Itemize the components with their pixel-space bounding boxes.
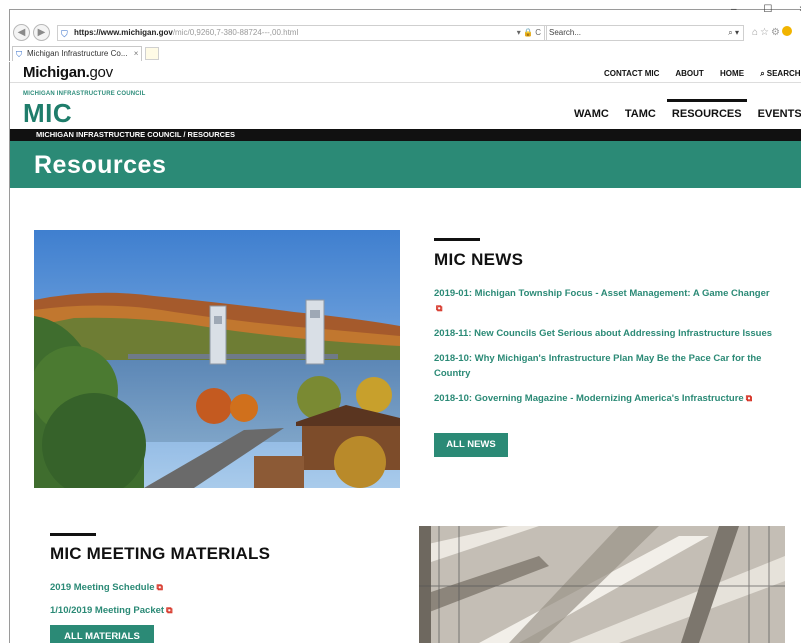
window-controls[interactable]: – ☐ × — [731, 4, 801, 15]
news-accent-bar — [434, 238, 480, 241]
tab-favicon-icon: ⛉ — [16, 50, 22, 59]
url-path: /mic/0,9260,7-380-88724---,00.html — [172, 28, 299, 37]
search-placeholder: Search... — [549, 28, 582, 37]
utility-nav: CONTACT MIC ABOUT HOME ⌕ SEARCH — [604, 69, 801, 79]
pdf-icon: ⧉ — [156, 582, 163, 592]
back-icon[interactable]: ◀ — [13, 24, 30, 41]
url-controls[interactable]: ▾ 🔒 C — [517, 26, 541, 40]
news-link[interactable]: 2018-11: New Councils Get Serious about … — [434, 326, 774, 341]
gear-icon[interactable]: ⚙ — [771, 27, 782, 38]
close-tab-icon[interactable]: × — [134, 49, 139, 58]
pdf-icon: ⧉ — [166, 605, 173, 615]
materials-link[interactable]: 1/10/2019 Meeting Packet ⧉ — [50, 603, 173, 618]
news-link-text[interactable]: 2019-01: Michigan Township Focus - Asset… — [434, 288, 770, 299]
nav-about[interactable]: ABOUT — [675, 69, 703, 78]
url-domain: michigan.gov — [121, 28, 173, 37]
mic-logo[interactable]: MIC — [23, 98, 72, 129]
search-icon[interactable]: ⌕ — [760, 69, 764, 78]
breadcrumb: MICHIGAN INFRASTRUCTURE COUNCIL / RESOUR… — [10, 129, 801, 141]
main-nav: WAMC TAMC RESOURCES EVENTS — [574, 108, 801, 120]
nav-search[interactable]: SEARCH — [767, 69, 801, 78]
all-materials-button[interactable]: ALL MATERIALS — [50, 625, 154, 643]
star-icon[interactable]: ☆ — [760, 27, 771, 38]
browser-tab[interactable]: ⛉ Michigan Infrastructure Co... × — [12, 46, 142, 61]
michigan-gov-logo[interactable]: Michigan.gov — [23, 64, 113, 81]
lift-bridge-photo — [34, 230, 400, 488]
news-link[interactable]: 2019-01: Michigan Township Focus - Asset… — [434, 286, 774, 316]
materials-heading: MIC MEETING MATERIALS — [50, 544, 271, 563]
materials-link-text[interactable]: 2019 Meeting Schedule — [50, 582, 155, 593]
news-link[interactable]: 2018-10: Why Michigan's Infrastructure P… — [434, 351, 774, 381]
new-tab-button[interactable] — [145, 47, 159, 60]
nav-home[interactable]: HOME — [720, 69, 744, 78]
materials-link[interactable]: 2019 Meeting Schedule ⧉ — [50, 580, 173, 595]
webpage: Michigan.gov CONTACT MIC ABOUT HOME ⌕ SEA… — [9, 62, 801, 643]
news-link[interactable]: 2018-10: Governing Magazine - Modernizin… — [434, 391, 774, 406]
pdf-icon: ⧉ — [436, 303, 443, 313]
news-link-text[interactable]: 2018-11: New Councils Get Serious about … — [434, 328, 772, 339]
construction-photo — [419, 526, 785, 643]
header-divider — [10, 82, 801, 83]
site-favicon-icon: ⛉ — [61, 29, 68, 39]
nav-contact-mic[interactable]: CONTACT MIC — [604, 69, 659, 78]
logo-light: gov — [89, 64, 113, 81]
logo-bold: Michigan. — [23, 64, 90, 81]
feedback-smiley-icon[interactable] — [781, 26, 792, 36]
news-link-text[interactable]: 2018-10: Why Michigan's Infrastructure P… — [434, 353, 761, 379]
nav-tamc[interactable]: TAMC — [625, 108, 656, 120]
url-protocol: https://www. — [74, 28, 122, 37]
materials-accent-bar — [50, 533, 96, 536]
pdf-icon: ⧉ — [745, 393, 753, 403]
news-list: 2019-01: Michigan Township Focus - Asset… — [434, 286, 774, 416]
nav-events[interactable]: EVENTS — [758, 108, 801, 120]
tab-row: ⛉ Michigan Infrastructure Co... × — [10, 46, 801, 62]
browser-search-input[interactable]: Search... ⌕ ▾ — [544, 25, 744, 41]
browser-chrome: – ☐ × ◀ ▶ ⛉ https://www.michigan.gov/mic… — [9, 4, 801, 62]
news-heading: MIC NEWS — [434, 250, 524, 269]
materials-link-text[interactable]: 1/10/2019 Meeting Packet — [50, 605, 164, 616]
nav-resources[interactable]: RESOURCES — [672, 108, 742, 120]
home-icon[interactable]: ⌂ — [752, 27, 760, 38]
tab-title: Michigan Infrastructure Co... — [27, 49, 128, 58]
toolbar-icons: ⌂☆⚙ — [752, 26, 792, 38]
page-hero: Resources — [10, 141, 801, 188]
forward-icon[interactable]: ▶ — [33, 24, 50, 41]
news-link-text[interactable]: 2018-10: Governing Magazine - Modernizin… — [434, 393, 744, 404]
url-field[interactable]: ⛉ https://www.michigan.gov/mic/0,9260,7-… — [57, 25, 547, 41]
search-icon[interactable]: ⌕ ▾ — [728, 26, 739, 40]
nav-wamc[interactable]: WAMC — [574, 108, 609, 120]
address-bar-row: ◀ ▶ ⛉ https://www.michigan.gov/mic/0,926… — [10, 22, 801, 44]
materials-list: 2019 Meeting Schedule ⧉ 1/10/2019 Meeting… — [50, 580, 173, 626]
all-news-button[interactable]: ALL NEWS — [434, 433, 508, 457]
council-name-small: MICHIGAN INFRASTRUCTURE COUNCIL — [23, 91, 146, 97]
page-title: Resources — [34, 151, 167, 179]
